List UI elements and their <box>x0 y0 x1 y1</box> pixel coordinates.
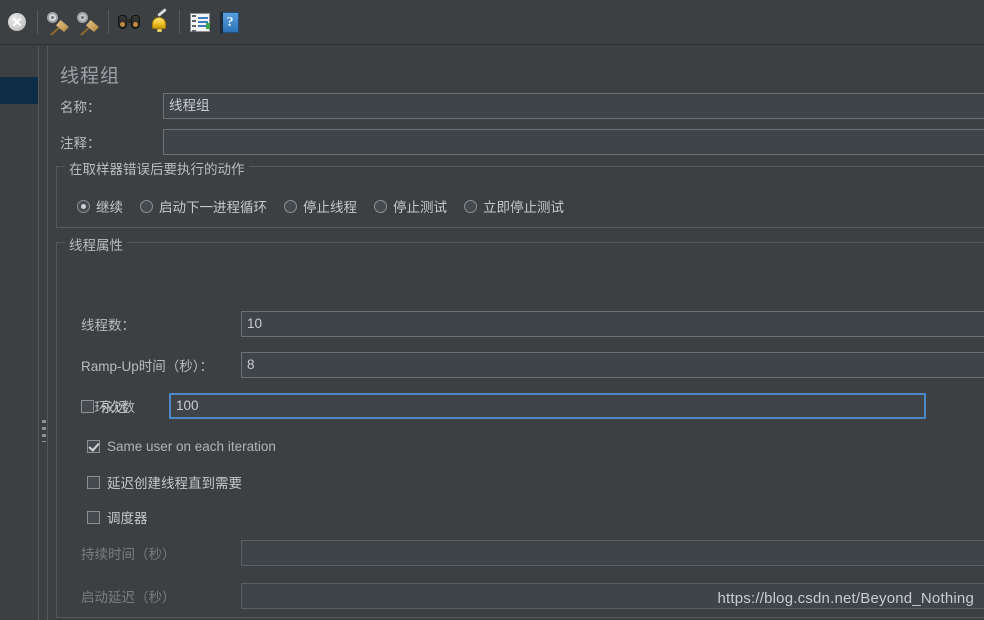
clear-all-button[interactable] <box>74 8 102 36</box>
comment-label: 注释： <box>60 136 101 151</box>
forever-label: 永远 <box>101 400 128 415</box>
name-input[interactable] <box>163 93 984 119</box>
thread-properties-group: 线程属性 线程数： Ramp-Up时间（秒）： 循环次数 永远 Same use <box>56 234 984 618</box>
name-row: 名称： <box>60 93 984 119</box>
radio-mark-icon <box>77 199 90 213</box>
bell-broom-icon <box>148 8 170 33</box>
comment-input[interactable] <box>163 129 984 155</box>
clear-broom-icon <box>47 11 69 36</box>
clear-all-broom-icon <box>77 11 99 36</box>
radio-stop-test[interactable]: 停止测试 <box>374 196 447 216</box>
checkbox-mark-icon <box>87 440 100 453</box>
radio-mark-icon <box>374 199 387 213</box>
toolbar: ? <box>0 0 984 45</box>
same-user-label: Same user on each iteration <box>107 439 276 454</box>
reset-search-button[interactable] <box>145 8 173 36</box>
radio-label: 停止线程 <box>303 200 357 215</box>
ramp-up-input[interactable] <box>241 352 984 378</box>
notepad-icon <box>190 12 210 32</box>
comment-row: 注释： <box>60 129 984 155</box>
thread-properties-title: 线程属性 <box>65 234 127 254</box>
jmeter-thread-group-window: ? 线程组 名称： 注释： 在取样器错误后要执行的动作 <box>0 0 984 620</box>
panel-splitter[interactable] <box>40 46 48 620</box>
thread-count-label: 线程数： <box>81 318 135 333</box>
test-plan-tree-panel[interactable] <box>0 46 39 620</box>
thread-count-row: 线程数： <box>81 311 984 337</box>
forever-checkbox[interactable]: 永远 <box>81 396 128 416</box>
radio-start-next-loop[interactable]: 启动下一进程循环 <box>140 196 267 216</box>
delayed-thread-creation-checkbox[interactable]: 延迟创建线程直到需要 <box>87 472 242 492</box>
radio-label: 启动下一进程循环 <box>159 200 267 215</box>
sampler-error-action-group: 在取样器错误后要执行的动作 继续 启动下一进程循环 停止线程 停止测试 立即停止… <box>56 158 984 228</box>
thread-count-input[interactable] <box>241 311 984 337</box>
function-helper-button[interactable] <box>186 8 214 36</box>
duration-row: 持续时间（秒） <box>81 540 984 566</box>
stop-icon <box>8 13 26 31</box>
radio-mark-icon <box>464 199 477 213</box>
radio-label: 停止测试 <box>393 200 447 215</box>
radio-continue[interactable]: 继续 <box>77 196 123 216</box>
startup-delay-label: 启动延迟（秒） <box>81 590 176 605</box>
splitter-grip-icon[interactable] <box>42 420 46 442</box>
radio-mark-icon <box>284 199 297 213</box>
radio-label: 继续 <box>96 200 123 215</box>
name-label: 名称： <box>60 100 101 115</box>
duration-input[interactable] <box>241 540 984 566</box>
watermark-text: https://blog.csdn.net/Beyond_Nothing <box>717 590 974 607</box>
toolbar-separator-2 <box>108 10 109 34</box>
page-title: 线程组 <box>60 66 121 87</box>
ramp-up-label: Ramp-Up时间（秒）： <box>81 359 214 374</box>
same-user-checkbox[interactable]: Same user on each iteration <box>87 439 276 454</box>
checkbox-mark-icon <box>87 475 100 489</box>
radio-stop-test-now[interactable]: 立即停止测试 <box>464 196 564 216</box>
scheduler-label: 调度器 <box>107 511 148 526</box>
clear-button[interactable] <box>44 8 72 36</box>
loop-count-row: 循环次数 永远 <box>81 393 926 419</box>
tree-item-selected-thread-group[interactable] <box>0 77 38 104</box>
search-button[interactable] <box>115 8 143 36</box>
ramp-up-row: Ramp-Up时间（秒）： <box>81 352 984 378</box>
help-book-icon: ? <box>219 11 239 33</box>
radio-stop-thread[interactable]: 停止线程 <box>284 196 357 216</box>
loop-count-input[interactable] <box>169 393 926 419</box>
radio-mark-icon <box>140 199 153 213</box>
scheduler-checkbox[interactable]: 调度器 <box>87 507 148 527</box>
delayed-thread-creation-label: 延迟创建线程直到需要 <box>107 476 242 491</box>
binoculars-icon <box>118 14 140 30</box>
checkbox-mark-icon <box>81 399 94 413</box>
stop-button[interactable] <box>3 8 31 36</box>
toolbar-separator-3 <box>179 10 180 34</box>
sampler-error-action-title: 在取样器错误后要执行的动作 <box>65 158 249 178</box>
thread-group-editor: 线程组 名称： 注释： 在取样器错误后要执行的动作 继续 启动下一进程循环 <box>48 46 984 620</box>
checkbox-mark-icon <box>87 510 100 524</box>
radio-label: 立即停止测试 <box>483 200 564 215</box>
help-button[interactable]: ? <box>216 8 244 36</box>
duration-label: 持续时间（秒） <box>81 547 176 562</box>
toolbar-separator-1 <box>37 10 38 34</box>
sampler-error-action-radios: 继续 启动下一进程循环 停止线程 停止测试 立即停止测试 <box>77 196 581 216</box>
